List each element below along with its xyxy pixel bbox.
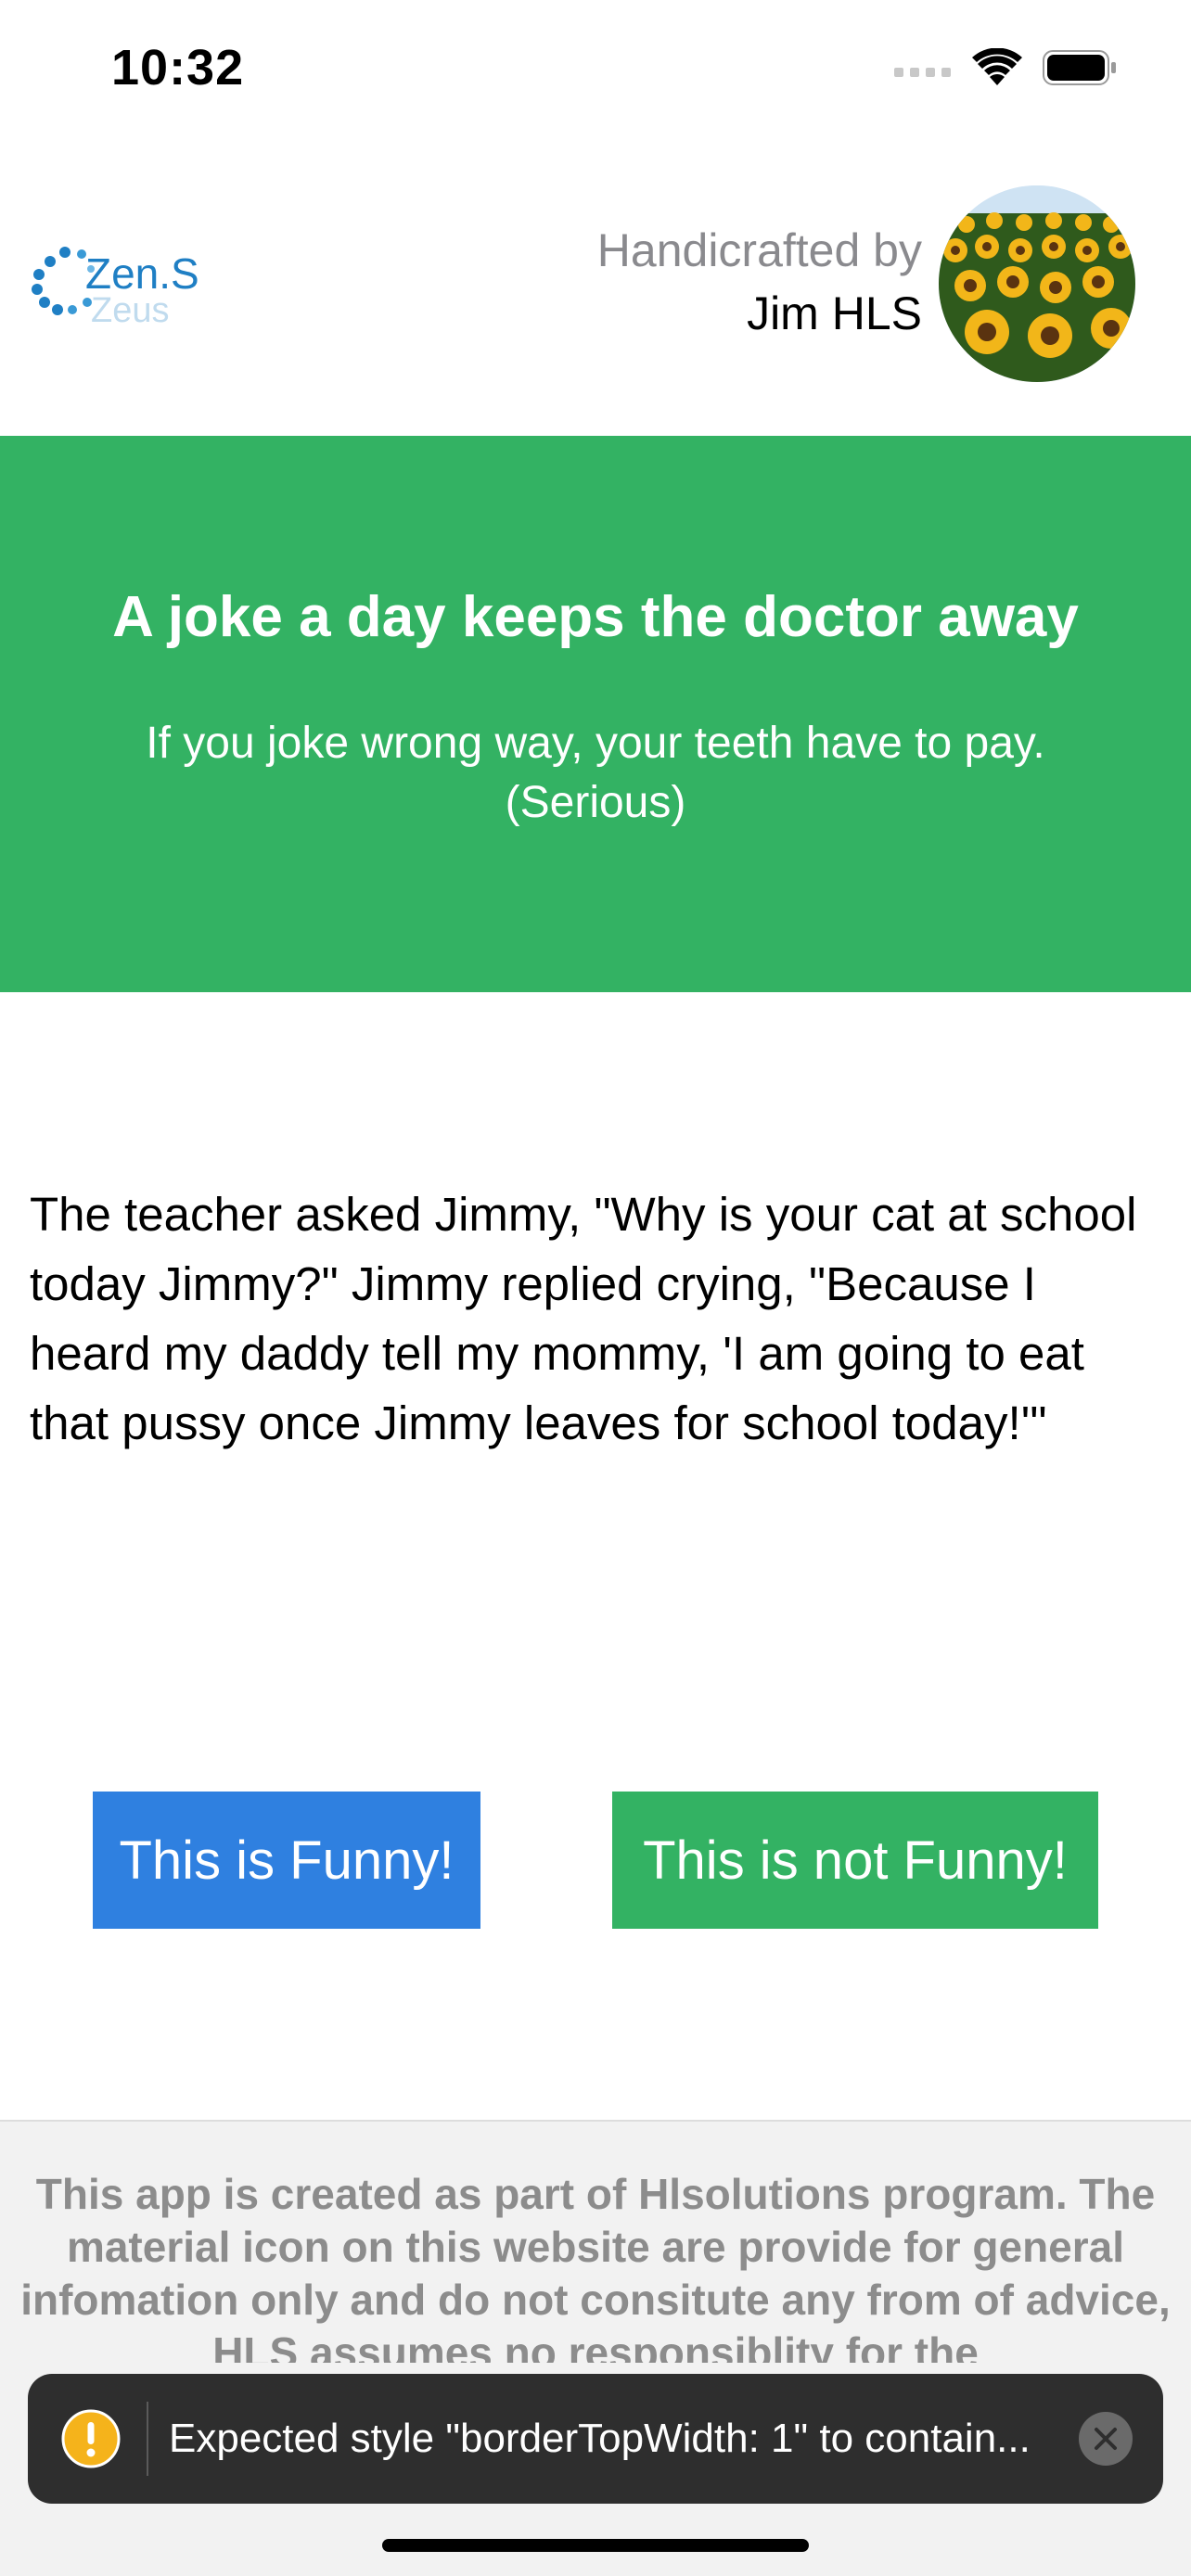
- credits-name: Jim HLS: [747, 287, 922, 339]
- footer-disclaimer: This app is created as part of Hlsolutio…: [20, 2170, 1171, 2363]
- avatar[interactable]: [939, 185, 1135, 382]
- hero-subtitle-line2: (Serious): [505, 778, 686, 827]
- wifi-icon: [972, 48, 1022, 85]
- close-icon[interactable]: [1078, 2411, 1133, 2467]
- app-screen: 10:32 Zen.S Zeus Handicrafted by Jim HLS…: [0, 0, 1191, 2576]
- credits-label: Handicrafted by: [596, 224, 922, 276]
- footer: This app is created as part of Hlsolutio…: [0, 2120, 1191, 2576]
- hero-banner: A joke a day keeps the doctor away If yo…: [0, 436, 1191, 992]
- not-funny-button[interactable]: This is not Funny!: [612, 1792, 1098, 1929]
- status-bar: 10:32: [0, 0, 1191, 139]
- zens-logo[interactable]: Zen.S Zeus: [17, 213, 221, 343]
- sunflower-field-avatar: [939, 185, 1135, 382]
- status-icons: [894, 46, 1117, 89]
- joke-text: The teacher asked Jimmy, "Why is your ca…: [30, 1188, 1137, 1449]
- logo-reflection-text: Zeus: [91, 291, 170, 330]
- error-toast[interactable]: Expected style "borderTopWidth: 1" to co…: [28, 2374, 1163, 2504]
- signal-icon: [894, 68, 951, 77]
- header: Zen.S Zeus Handicrafted by Jim HLS: [0, 139, 1191, 436]
- hero-title: A joke a day keeps the doctor away: [112, 585, 1079, 649]
- status-time: 10:32: [111, 40, 245, 96]
- funny-button[interactable]: This is Funny!: [93, 1792, 480, 1929]
- battery-icon: [1043, 50, 1116, 85]
- warning-icon: [61, 2409, 121, 2468]
- hero-subtitle-line1: If you joke wrong way, your teeth have t…: [146, 719, 1045, 768]
- home-indicator[interactable]: [382, 2539, 809, 2552]
- hero-subtitle: If you joke wrong way, your teeth have t…: [56, 714, 1135, 833]
- credits: Handicrafted by Jim HLS: [597, 221, 922, 347]
- toast-divider: [147, 2402, 148, 2476]
- toast-message: Expected style "borderTopWidth: 1" to co…: [169, 2416, 1031, 2461]
